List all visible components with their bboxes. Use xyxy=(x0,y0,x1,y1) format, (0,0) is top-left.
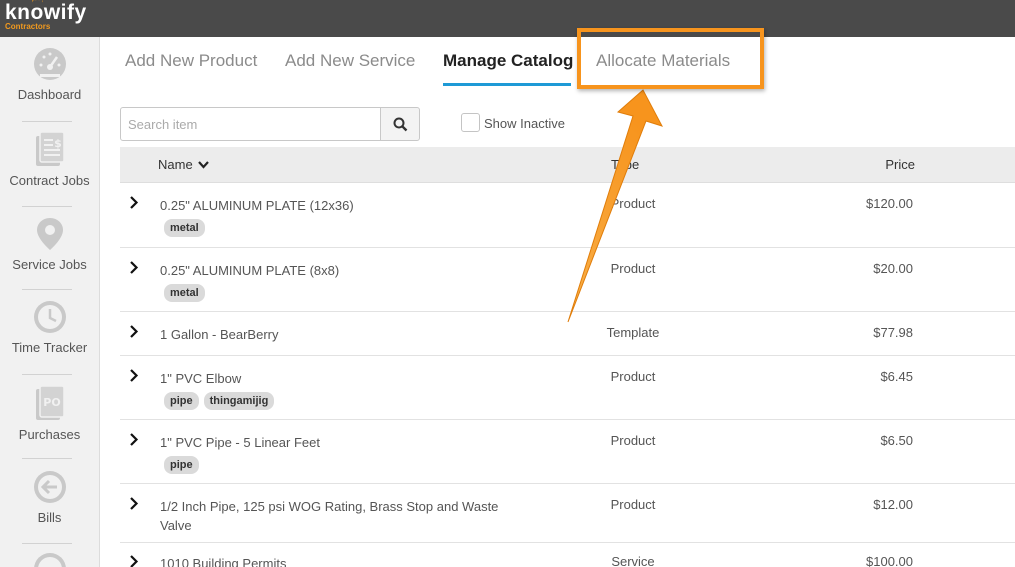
row-price: $12.00 xyxy=(873,497,913,512)
table-row[interactable]: 1 Gallon - BearBerry Template $77.98 xyxy=(120,312,1015,356)
chevron-right-icon[interactable] xyxy=(129,369,139,382)
table-header: Name Type Price xyxy=(120,147,1015,183)
sidebar-item-contract-jobs[interactable]: $ Contract Jobs xyxy=(0,131,99,188)
row-type: Product xyxy=(610,196,656,211)
row-type: Product xyxy=(610,261,656,276)
sidebar-item-time-tracker[interactable]: Time Tracker xyxy=(0,300,99,355)
table-row[interactable]: 0.25" ALUMINUM PLATE (8x8) metal Product… xyxy=(120,248,1015,312)
row-name: 1/2 Inch Pipe, 125 psi WOG Rating, Brass… xyxy=(160,499,499,533)
gauge-icon xyxy=(33,48,66,80)
column-header-name-label: Name xyxy=(158,157,193,172)
tag[interactable]: thingamijig xyxy=(203,392,275,410)
chevron-right-icon[interactable] xyxy=(129,555,139,567)
row-type: Product xyxy=(610,433,656,448)
sidebar-divider xyxy=(22,121,72,122)
tag[interactable]: metal xyxy=(164,219,205,237)
sidebar-item-more[interactable] xyxy=(0,552,99,567)
top-bar: kn owify Contractors xyxy=(0,0,1015,37)
svg-text:PO: PO xyxy=(43,396,60,409)
sidebar-label-service-jobs: Service Jobs xyxy=(12,257,87,272)
table-row[interactable]: 1" PVC Pipe - 5 Linear Feet pipe Product… xyxy=(120,420,1015,484)
column-header-price[interactable]: Price xyxy=(885,157,915,172)
row-name: 1" PVC Elbow xyxy=(160,371,242,386)
sidebar-label-time-tracker: Time Tracker xyxy=(11,340,88,355)
logo-text-o: o xyxy=(31,2,44,24)
chevron-right-icon[interactable] xyxy=(129,261,139,274)
sidebar-label-purchases: Purchases xyxy=(18,427,81,442)
sidebar: Dashboard $ Contract Jobs Service Jobs T… xyxy=(0,37,100,567)
tag[interactable]: pipe xyxy=(164,456,199,474)
sun-icon xyxy=(32,0,43,3)
row-name: 0.25" ALUMINUM PLATE (8x8) xyxy=(160,263,340,278)
chevron-right-icon[interactable] xyxy=(129,325,139,338)
logo-text-post: wify xyxy=(43,1,87,24)
sidebar-label-dashboard: Dashboard xyxy=(17,87,82,102)
sidebar-divider xyxy=(22,543,72,544)
search-box xyxy=(120,107,381,141)
knowify-logo[interactable]: kn owify xyxy=(5,2,87,24)
show-inactive-checkbox[interactable] xyxy=(461,113,480,132)
row-type: Service xyxy=(611,554,655,567)
tab-manage-catalog[interactable]: Manage Catalog xyxy=(443,51,573,71)
sidebar-divider xyxy=(22,289,72,290)
table-row[interactable]: 1" PVC Elbow pipe thingamijig Product $6… xyxy=(120,356,1015,420)
search-input[interactable] xyxy=(121,108,380,140)
sidebar-item-bills[interactable]: Bills xyxy=(0,470,99,525)
active-tab-indicator xyxy=(443,83,571,86)
table-row[interactable]: 0.25" ALUMINUM PLATE (12x36) metal Produ… xyxy=(120,183,1015,248)
row-tags: pipe thingamijig xyxy=(164,392,275,410)
po-icon: PO xyxy=(35,385,65,420)
sidebar-label-bills: Bills xyxy=(37,510,62,525)
row-name: 1 Gallon - BearBerry xyxy=(160,327,279,342)
row-tags: pipe xyxy=(164,456,199,474)
row-tags: metal xyxy=(164,284,205,302)
document-dollar-icon: $ xyxy=(35,131,65,166)
logo-text-pre: kn xyxy=(5,1,31,24)
row-price: $120.00 xyxy=(866,196,913,211)
row-price: $100.00 xyxy=(866,554,913,567)
column-header-name[interactable]: Name xyxy=(158,157,210,172)
row-price: $6.50 xyxy=(880,433,913,448)
column-header-type[interactable]: Type xyxy=(611,157,639,172)
sidebar-item-service-jobs[interactable]: Service Jobs xyxy=(0,217,99,272)
highlight-box xyxy=(577,28,764,89)
search-icon xyxy=(393,117,407,131)
sidebar-divider xyxy=(22,374,72,375)
sidebar-item-purchases[interactable]: PO Purchases xyxy=(0,385,99,442)
logo-subtitle: Contractors xyxy=(5,22,51,31)
sidebar-divider xyxy=(22,206,72,207)
chevron-right-icon[interactable] xyxy=(129,433,139,446)
tab-add-new-service[interactable]: Add New Service xyxy=(285,51,415,71)
search-button[interactable] xyxy=(380,107,420,141)
arrow-left-circle-icon xyxy=(33,471,66,503)
row-type: Product xyxy=(610,497,656,512)
clock-icon xyxy=(33,301,66,333)
show-inactive-label[interactable]: Show Inactive xyxy=(484,116,565,131)
row-price: $20.00 xyxy=(873,261,913,276)
row-type: Product xyxy=(610,369,656,384)
svg-text:$: $ xyxy=(54,137,62,150)
circle-icon xyxy=(33,553,66,567)
tag[interactable]: pipe xyxy=(164,392,199,410)
sidebar-divider xyxy=(22,458,72,459)
chevron-right-icon[interactable] xyxy=(129,196,139,209)
row-name: 1010 Building Permits xyxy=(160,556,287,567)
chevron-down-icon xyxy=(198,161,210,169)
chevron-right-icon[interactable] xyxy=(129,497,139,510)
row-price: $77.98 xyxy=(873,325,913,340)
sidebar-item-dashboard[interactable]: Dashboard xyxy=(0,47,99,102)
table-row[interactable]: 1010 Building Permits Service $100.00 xyxy=(120,543,1015,567)
logo-text-o-letter: o xyxy=(30,1,44,24)
map-pin-icon xyxy=(36,218,63,250)
row-name: 1" PVC Pipe - 5 Linear Feet xyxy=(160,435,320,450)
row-type: Template xyxy=(606,325,660,340)
tab-add-new-product[interactable]: Add New Product xyxy=(125,51,257,71)
tag[interactable]: metal xyxy=(164,284,205,302)
row-name: 0.25" ALUMINUM PLATE (12x36) xyxy=(160,198,354,213)
row-price: $6.45 xyxy=(880,369,913,384)
table-row[interactable]: 1/2 Inch Pipe, 125 psi WOG Rating, Brass… xyxy=(120,484,1015,543)
row-tags: metal xyxy=(164,219,205,237)
sidebar-label-contract-jobs: Contract Jobs xyxy=(9,173,90,188)
